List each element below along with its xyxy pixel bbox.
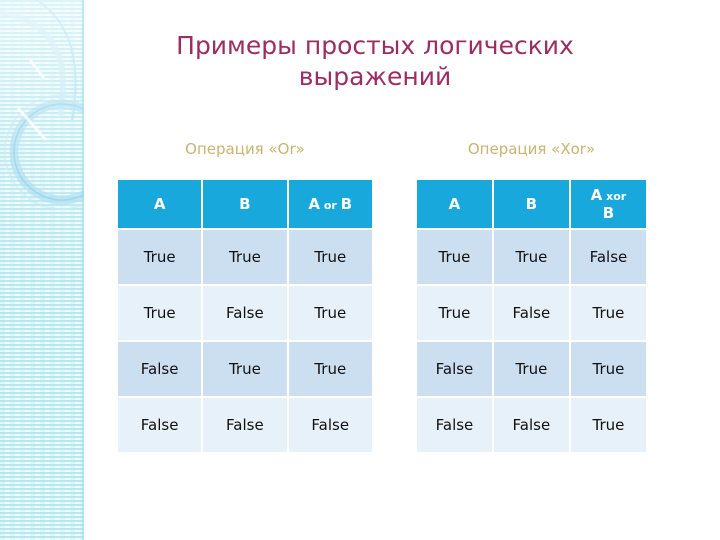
table-row: True True True: [118, 230, 372, 284]
xor-table-caption: Операция «Xor»: [467, 140, 596, 158]
header-result-op: or: [320, 199, 341, 212]
band-edge-line: [82, 0, 84, 540]
header-a: A: [118, 180, 202, 228]
cell-b: True: [203, 342, 287, 396]
cell-result: False: [288, 398, 372, 452]
cell-a: True: [118, 230, 202, 284]
table-header-row: A B A xor B: [417, 180, 646, 228]
cell-a: True: [118, 286, 202, 340]
cell-b: False: [203, 286, 287, 340]
page-title: Примеры простых логических выражений: [176, 31, 574, 91]
cell-a: True: [417, 230, 492, 284]
table-row: True False True: [417, 286, 646, 340]
cell-b: True: [203, 230, 287, 284]
table-row: True False True: [118, 286, 372, 340]
cell-b: True: [493, 230, 569, 284]
header-b: B: [203, 180, 287, 228]
cell-result: True: [288, 342, 372, 396]
cell-result: True: [570, 342, 646, 396]
table-row: True True False: [417, 230, 646, 284]
cell-b: True: [493, 342, 569, 396]
cell-a: False: [118, 342, 202, 396]
or-table-caption: Операция «Or»: [185, 140, 305, 158]
cell-a: False: [417, 342, 492, 396]
header-result-prefix: A: [590, 186, 603, 204]
header-result: A xor B: [570, 180, 646, 228]
left-decorative-band: [0, 0, 84, 540]
table-header-row: A B A or B: [118, 180, 372, 228]
cell-b: False: [203, 398, 287, 452]
xor-truth-table: A B A xor B True True False True False T…: [415, 178, 648, 454]
cell-b: False: [493, 286, 569, 340]
header-result: A or B: [288, 180, 372, 228]
cell-a: False: [118, 398, 202, 452]
cell-b: False: [493, 398, 569, 452]
header-a: A: [417, 180, 492, 228]
table-row: False False True: [417, 398, 646, 452]
table-row: False True True: [118, 342, 372, 396]
cell-a: False: [417, 398, 492, 452]
header-result-op: xor: [602, 190, 627, 203]
header-result-suffix: B: [340, 195, 353, 213]
header-b: B: [493, 180, 569, 228]
cell-result: True: [570, 286, 646, 340]
or-truth-table: A B A or B True True True True False Tru…: [116, 178, 374, 454]
header-result-suffix: B: [602, 204, 615, 222]
cell-a: True: [417, 286, 492, 340]
table-row: False False False: [118, 398, 372, 452]
cell-result: True: [288, 286, 372, 340]
table-row: False True True: [417, 342, 646, 396]
header-result-prefix: A: [308, 195, 320, 213]
cell-result: True: [570, 398, 646, 452]
cell-result: False: [570, 230, 646, 284]
decorative-circles: [0, 0, 84, 210]
cell-result: True: [288, 230, 372, 284]
